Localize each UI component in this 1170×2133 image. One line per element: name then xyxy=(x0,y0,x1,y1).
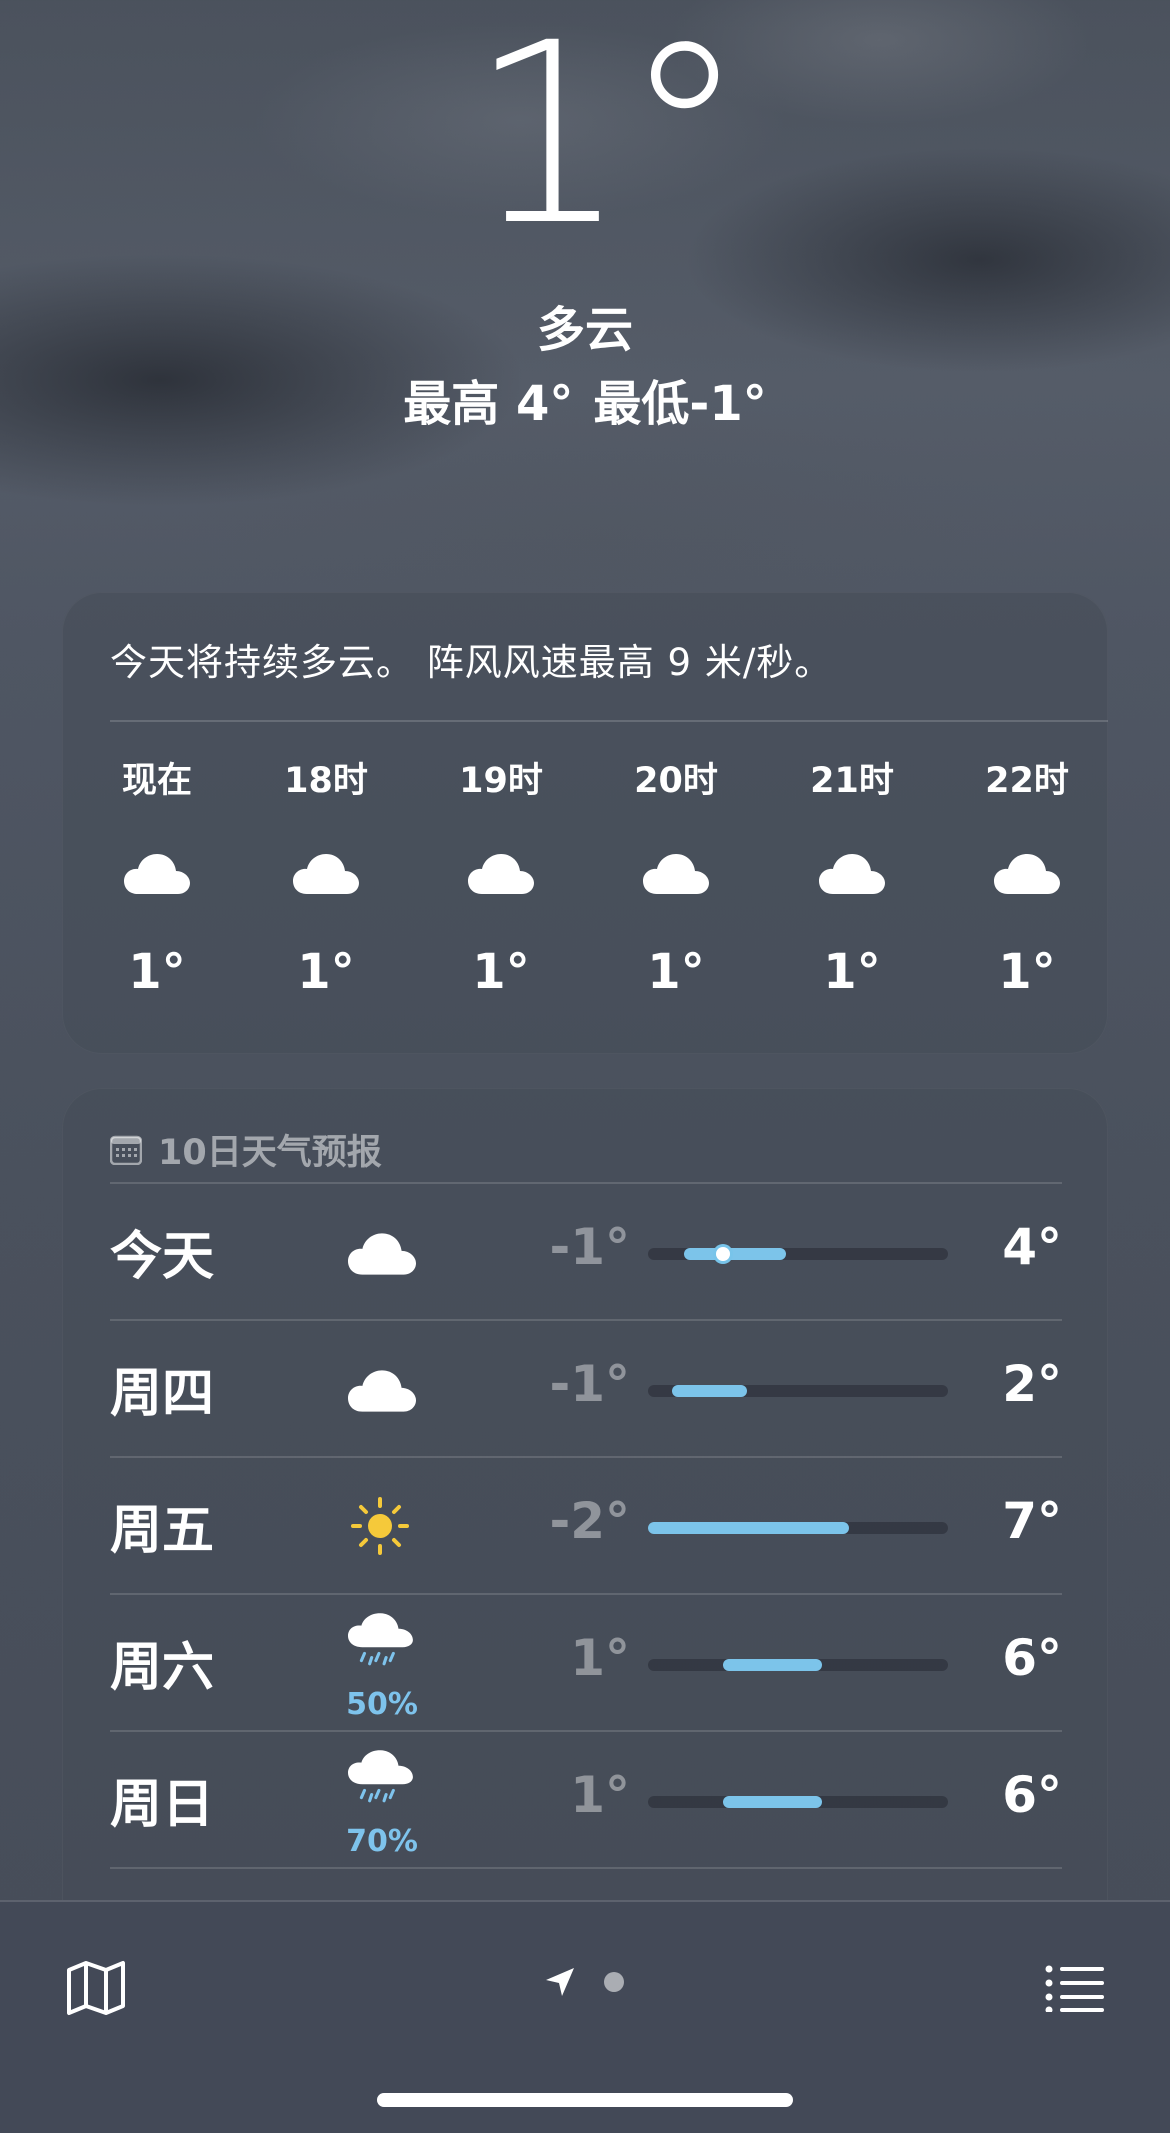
temp-range-fill xyxy=(648,1522,849,1534)
current-temperature: 1° xyxy=(468,0,747,280)
day-name: 周日 xyxy=(110,1775,215,1835)
hour-label: 20时 xyxy=(634,761,718,801)
day-low-temp: 1° xyxy=(570,1629,630,1687)
home-indicator[interactable] xyxy=(377,2093,793,2107)
high-temp: 最高 4° xyxy=(403,376,574,432)
hour-temp: 1° xyxy=(647,944,705,1000)
temp-range-bar xyxy=(648,1522,948,1534)
hour-label: 现在 xyxy=(121,761,192,801)
day-high-temp: 4° xyxy=(1002,1218,1062,1276)
hour-label: 19时 xyxy=(459,761,543,801)
day-row[interactable]: 周日 70% 1° 6° xyxy=(110,1730,1062,1869)
day-high-temp: 6° xyxy=(1002,1766,1062,1824)
day-low-temp: 1° xyxy=(570,1766,630,1824)
day-name: 周四 xyxy=(110,1364,215,1424)
day-row[interactable]: 周六 50% 1° 6° xyxy=(110,1593,1062,1732)
precipitation-chance: 70% xyxy=(346,1824,418,1859)
cloud-icon xyxy=(348,1370,416,1412)
sun-icon xyxy=(351,1497,409,1555)
high-low-temps: 最高 4° 最低-1° xyxy=(0,364,1170,434)
hourly-forecast-card[interactable]: 今天将持续多云。 阵风风速最高 9 米/秒。 现在 1° 18时 1° 19时 … xyxy=(62,592,1108,1054)
day-row[interactable]: 周五 -2° 7° xyxy=(110,1456,1062,1595)
cloud-icon xyxy=(643,854,709,894)
cloud-icon xyxy=(468,854,534,894)
temp-range-fill xyxy=(684,1248,786,1260)
temp-range-bar xyxy=(648,1385,948,1397)
low-temp: 最低-1° xyxy=(593,376,767,432)
divider xyxy=(110,1867,1062,1869)
temp-range-fill xyxy=(723,1796,822,1808)
hour-temp: 1° xyxy=(823,944,881,1000)
day-low-temp: -1° xyxy=(549,1355,630,1413)
hour-temp: 1° xyxy=(472,944,530,1000)
day-row[interactable]: 周四 -1° 2° xyxy=(110,1319,1062,1458)
day-low-temp: -1° xyxy=(549,1218,630,1276)
day-name: 今天 xyxy=(110,1227,215,1287)
calendar-icon xyxy=(110,1135,142,1165)
current-temp-marker xyxy=(716,1247,730,1261)
hour-label: 22时 xyxy=(985,761,1069,801)
day-high-temp: 7° xyxy=(1002,1492,1062,1550)
day-high-temp: 2° xyxy=(1002,1355,1062,1413)
day-low-temp: -2° xyxy=(549,1492,630,1550)
current-condition: 多云 xyxy=(536,302,633,358)
day-name: 周五 xyxy=(110,1501,215,1561)
hour-temp: 1° xyxy=(297,944,355,1000)
hour-temp: 1° xyxy=(128,944,186,1000)
ten-day-header: 10日天气预报 xyxy=(110,1124,382,1175)
day-name: 周六 xyxy=(110,1638,215,1698)
temp-range-bar xyxy=(648,1796,948,1808)
hour-label: 21时 xyxy=(810,761,894,801)
cloud-icon xyxy=(293,854,359,894)
rain-cloud-icon xyxy=(348,1750,413,1803)
temp-range-bar xyxy=(648,1247,948,1261)
cloud-icon xyxy=(819,854,885,894)
cloud-icon xyxy=(124,854,190,894)
hour-temp: 1° xyxy=(998,944,1056,1000)
hour-label: 18时 xyxy=(284,761,368,801)
list-icon[interactable] xyxy=(1044,1964,1104,2012)
temp-range-bar xyxy=(648,1659,948,1671)
hourly-list[interactable]: 现在 1° 18时 1° 19时 1° 20时 1° 21时 1° 22时 1° xyxy=(82,752,1108,1052)
hourly-summary: 今天将持续多云。 阵风风速最高 9 米/秒。 xyxy=(110,641,833,684)
map-icon[interactable] xyxy=(66,1960,126,2016)
cloud-icon xyxy=(994,854,1060,894)
rain-cloud-icon xyxy=(348,1613,413,1666)
ten-day-title: 10日天气预报 xyxy=(158,1133,382,1173)
temp-range-fill xyxy=(723,1659,822,1671)
divider xyxy=(110,720,1108,722)
day-row[interactable]: 今天 -1° 4° xyxy=(110,1182,1062,1321)
cloud-icon xyxy=(348,1233,416,1275)
page-indicator-dot[interactable] xyxy=(604,1972,624,1992)
temp-range-fill xyxy=(672,1385,747,1397)
location-arrow-icon[interactable] xyxy=(544,1966,576,1998)
precipitation-chance: 50% xyxy=(346,1687,418,1722)
day-high-temp: 6° xyxy=(1002,1629,1062,1687)
